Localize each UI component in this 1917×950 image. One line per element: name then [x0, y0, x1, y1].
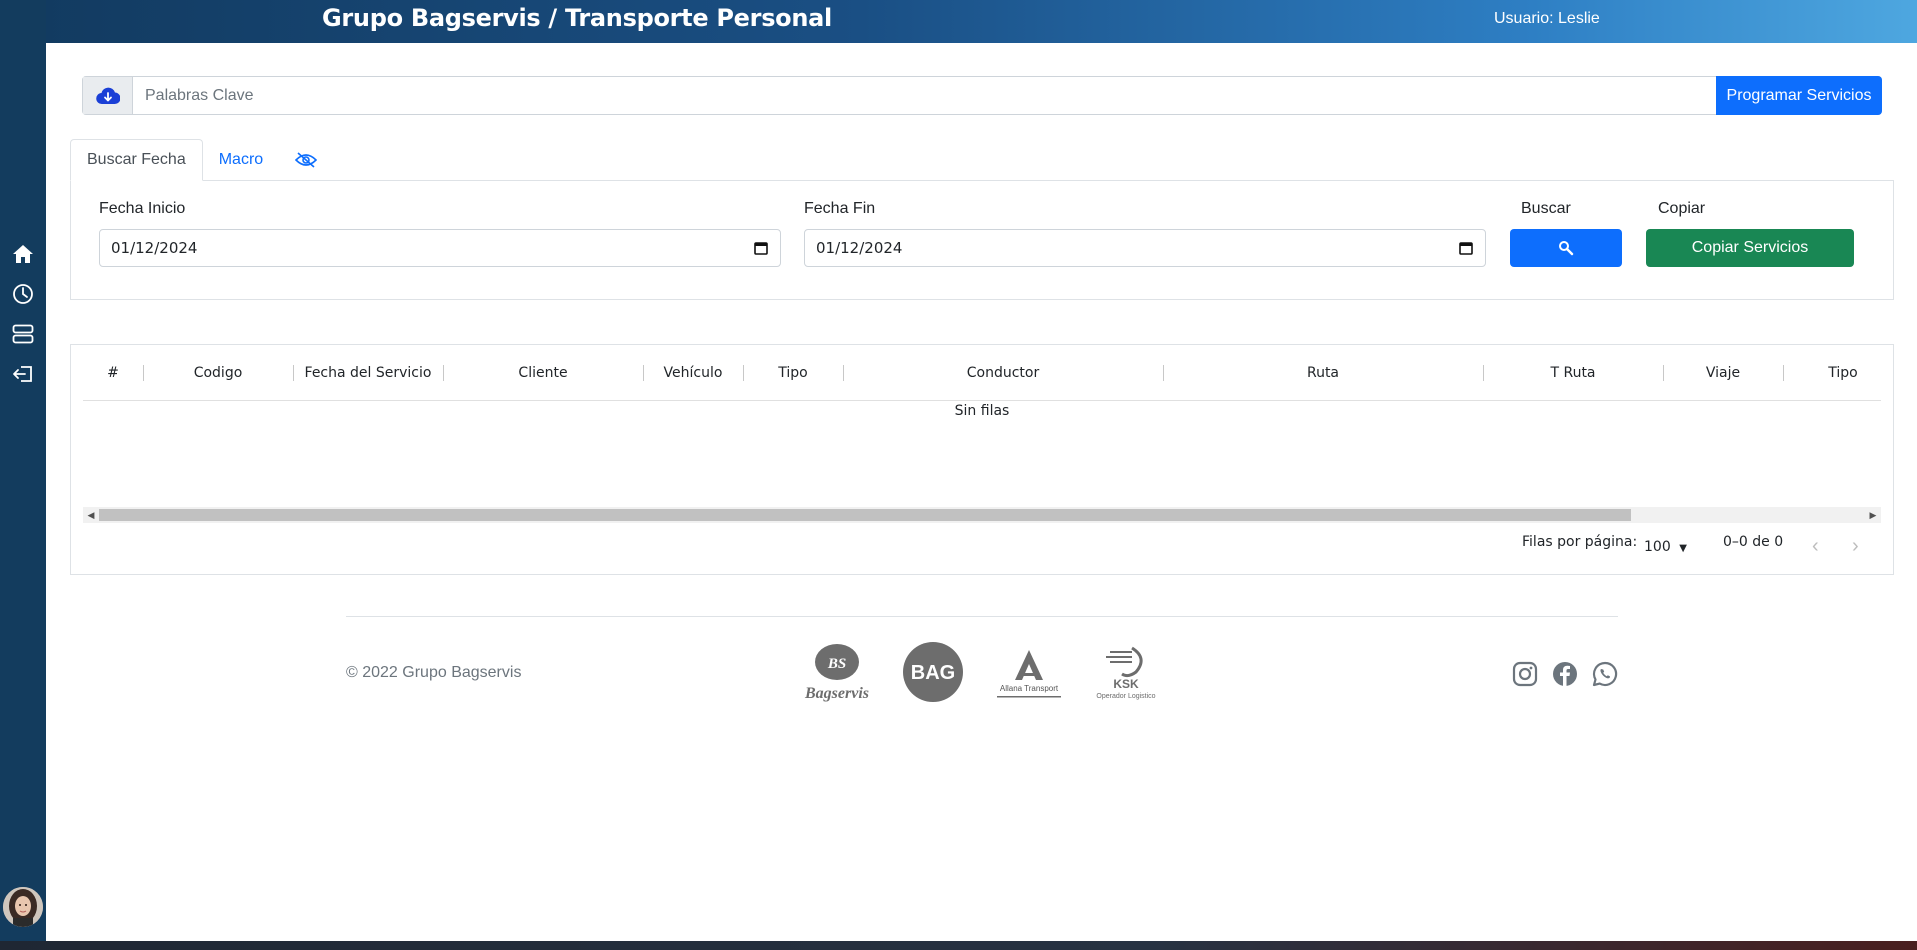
copy-label: Copiar	[1658, 200, 1706, 217]
hide-columns-icon[interactable]	[279, 139, 333, 181]
facebook-icon[interactable]	[1552, 661, 1578, 687]
sidebar	[0, 0, 46, 950]
scroll-right-icon[interactable]: ▶	[1865, 507, 1881, 523]
whatsapp-icon[interactable]	[1592, 661, 1618, 687]
table-header: # Codigo Fecha del Servicio Cliente Vehí…	[83, 345, 1881, 401]
svg-text:BAG: BAG	[911, 662, 955, 684]
calendar-icon[interactable]	[754, 241, 768, 259]
servers-icon[interactable]	[11, 322, 35, 346]
keyword-search-input[interactable]	[133, 77, 1716, 114]
start-date-value: 01/12/2024	[111, 239, 198, 257]
history-icon[interactable]	[11, 282, 35, 306]
calendar-icon[interactable]	[1459, 241, 1473, 259]
keyword-search-bar: Programar Servicios	[82, 76, 1882, 115]
date-filter-panel: Fecha Inicio 01/12/2024 Fecha Fin 01/12/…	[70, 180, 1894, 300]
column-header[interactable]: Ruta	[1163, 365, 1483, 381]
column-header[interactable]: #	[103, 365, 123, 381]
column-header[interactable]: Tipo	[1783, 365, 1903, 381]
user-label: Usuario: Leslie	[1494, 10, 1600, 27]
instagram-icon[interactable]	[1512, 661, 1538, 687]
column-header[interactable]: Tipo	[743, 365, 843, 381]
horizontal-scrollbar[interactable]: ◀ ▶	[83, 507, 1881, 523]
scrollbar-thumb[interactable]	[99, 509, 1631, 521]
copyright-text: © 2022 Grupo Bagservis	[346, 664, 522, 681]
cloud-download-icon[interactable]	[83, 77, 133, 114]
svg-text:Operador Logistico: Operador Logistico	[1096, 693, 1155, 700]
bag-logo: BAG	[893, 640, 973, 709]
copy-services-button[interactable]: Copiar Servicios	[1646, 229, 1854, 267]
column-header[interactable]: Viaje	[1663, 365, 1783, 381]
svg-text:KSK: KSK	[1113, 677, 1139, 691]
end-date-label: Fecha Fin	[804, 200, 876, 217]
ksk-logo: KSK Operador Logistico	[1084, 644, 1168, 709]
search-button[interactable]	[1510, 229, 1622, 267]
column-header[interactable]: Fecha del Servicio	[293, 365, 443, 381]
services-table: # Codigo Fecha del Servicio Cliente Vehí…	[70, 344, 1894, 575]
start-date-input[interactable]: 01/12/2024	[99, 229, 781, 267]
caret-down-icon: ▼	[1679, 543, 1687, 554]
tab-macro[interactable]: Macro	[203, 139, 279, 181]
bagservis-logo: BS Bagservis	[797, 640, 877, 709]
next-page-icon[interactable]: ›	[1852, 536, 1872, 557]
rows-per-page-label: Filas por página:	[1522, 534, 1638, 550]
start-date-label: Fecha Inicio	[99, 200, 186, 217]
svg-text:Allana Transport: Allana Transport	[1000, 684, 1059, 693]
rows-per-page-select[interactable]: 100 ▼	[1644, 539, 1687, 555]
prev-page-icon[interactable]: ‹	[1812, 536, 1832, 557]
svg-text:BS: BS	[827, 656, 846, 672]
top-header: Grupo Bagservis / Transporte Personal Us…	[0, 0, 1917, 43]
search-label: Buscar	[1521, 200, 1571, 217]
empty-table-message: Sin filas	[954, 403, 1010, 419]
column-header[interactable]: Vehículo	[643, 365, 743, 381]
tab-buscar-fecha[interactable]: Buscar Fecha	[70, 139, 203, 181]
column-header[interactable]: Codigo	[143, 365, 293, 381]
logout-icon[interactable]	[11, 362, 35, 386]
rows-per-page-value: 100	[1644, 539, 1671, 555]
app-title: Grupo Bagservis / Transporte Personal	[322, 4, 832, 32]
scroll-left-icon[interactable]: ◀	[83, 507, 99, 523]
taskbar-strip	[0, 941, 1917, 950]
schedule-services-button[interactable]: Programar Servicios	[1716, 76, 1882, 115]
end-date-value: 01/12/2024	[816, 239, 903, 257]
column-header[interactable]: Cliente	[443, 365, 643, 381]
search-icon	[1559, 241, 1574, 256]
column-header[interactable]: Conductor	[843, 365, 1163, 381]
avatar[interactable]	[3, 887, 43, 927]
end-date-input[interactable]: 01/12/2024	[804, 229, 1486, 267]
svg-text:Bagservis: Bagservis	[804, 685, 869, 702]
home-icon[interactable]	[11, 242, 35, 266]
allana-logo: Allana Transport	[991, 646, 1067, 707]
pagination-range: 0–0 de 0	[1723, 534, 1784, 550]
column-header[interactable]: T Ruta	[1483, 365, 1663, 381]
footer-divider	[346, 616, 1618, 617]
filter-tabs: Buscar Fecha Macro	[70, 139, 333, 181]
